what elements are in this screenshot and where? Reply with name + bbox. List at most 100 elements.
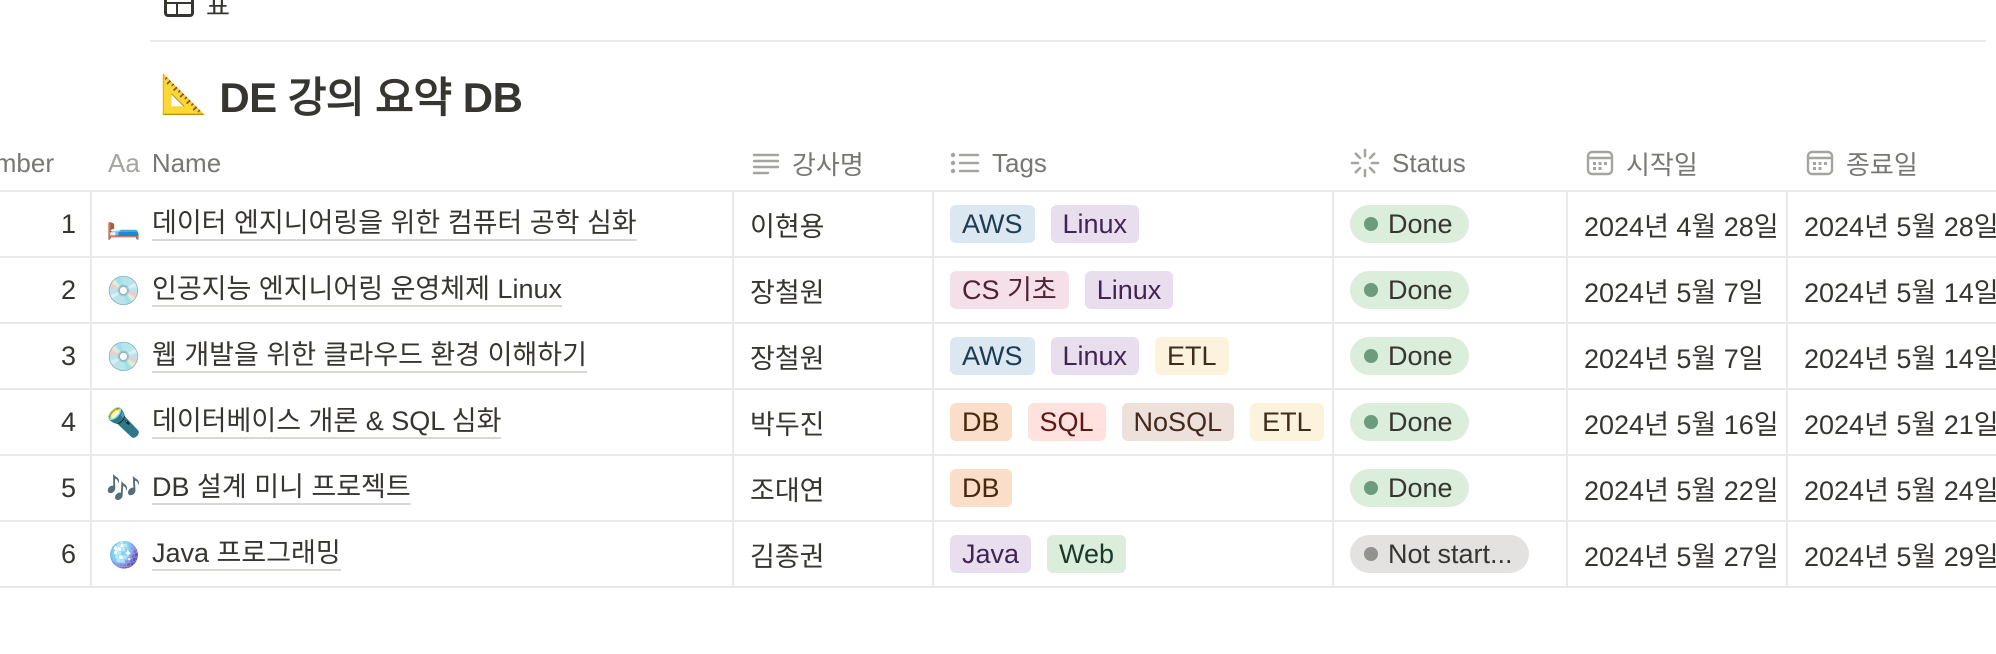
status-label: Done (1388, 341, 1453, 371)
row-number: 6 (60, 538, 76, 569)
tags-cell[interactable]: DB (950, 456, 1332, 520)
status-badge: Done (1350, 271, 1469, 309)
tag-chip: SQL (1027, 403, 1106, 441)
row-number: 4 (60, 406, 76, 437)
page-link[interactable]: 인공지능 엔지니어링 운영체제 Linux (152, 273, 562, 307)
end-date-cell[interactable]: 2024년 5월 29일 (1804, 522, 1996, 586)
column-divider (732, 190, 734, 588)
column-divider (1332, 190, 1334, 588)
start-date-cell[interactable]: 2024년 5월 22일 (1584, 456, 1784, 520)
tag-chip: Linux (1050, 337, 1140, 375)
instructor-cell[interactable]: 장철원 (750, 258, 926, 322)
name-cell[interactable]: 🔦 데이터베이스 개론 & SQL 심화 (106, 390, 726, 454)
column-divider (1566, 190, 1568, 588)
instructor-cell[interactable]: 조대연 (750, 456, 926, 520)
tag-chip: AWS (950, 205, 1035, 243)
calendar-icon (1806, 150, 1834, 176)
name-cell[interactable]: 💿 웹 개발을 위한 클라우드 환경 이해하기 (106, 324, 726, 388)
status-badge: Done (1350, 205, 1469, 243)
tag-chip: NoSQL (1121, 403, 1235, 441)
page-link[interactable]: 웹 개발을 위한 클라우드 환경 이해하기 (152, 339, 587, 373)
row-number: 1 (60, 208, 76, 239)
tag-chip: ETL (1155, 337, 1229, 375)
column-header-tags[interactable]: Tags (950, 136, 1047, 190)
row-divider (0, 586, 1996, 588)
end-date-cell[interactable]: 2024년 5월 14일 (1804, 258, 1996, 322)
column-divider (932, 190, 934, 588)
database-title[interactable]: 📐 DE 강의 요약 DB (160, 64, 523, 125)
tags-cell[interactable]: AWS Linux ETL (950, 324, 1332, 388)
instructor-cell[interactable]: 이현용 (750, 192, 926, 256)
page-link[interactable]: 데이터베이스 개론 & SQL 심화 (152, 405, 502, 439)
list-icon (950, 152, 980, 174)
start-date-cell[interactable]: 2024년 5월 7일 (1584, 258, 1784, 322)
page-emoji-icon: 🛏️ (106, 208, 141, 240)
divider (150, 40, 1986, 42)
column-header-instructor[interactable]: 강사명 (752, 136, 864, 190)
status-badge: Done (1350, 337, 1469, 375)
start-date-cell[interactable]: 2024년 5월 7일 (1584, 324, 1784, 388)
column-header-name[interactable]: Aa Name (108, 136, 221, 190)
name-cell[interactable]: 🪩 Java 프로그래밍 (106, 522, 726, 586)
column-header-label: Number (0, 147, 54, 178)
status-cell[interactable]: Not start... (1350, 522, 1566, 586)
text-lines-icon (752, 153, 780, 175)
column-header-number[interactable]: Number (0, 136, 54, 190)
status-dot-icon (1364, 481, 1378, 495)
column-divider (1786, 190, 1788, 588)
view-tab-table[interactable]: 표 (164, 0, 230, 23)
name-cell[interactable]: 💿 인공지능 엔지니어링 운영체제 Linux (106, 258, 726, 322)
tags-cell[interactable]: DB SQL NoSQL ETL (950, 390, 1332, 454)
page-link[interactable]: Java 프로그래밍 (152, 537, 341, 571)
column-header-status[interactable]: Status (1350, 136, 1466, 190)
page-link[interactable]: 데이터 엔지니어링을 위한 컴퓨터 공학 심화 (152, 207, 637, 241)
column-header-label: Status (1392, 147, 1466, 178)
tags-cell[interactable]: AWS Linux (950, 192, 1332, 256)
row-number: 3 (60, 340, 76, 371)
tag-chip: Java (950, 535, 1032, 573)
page-link[interactable]: DB 설계 미니 프로젝트 (152, 471, 411, 505)
status-cell[interactable]: Done (1350, 192, 1566, 256)
instructor-cell[interactable]: 장철원 (750, 324, 926, 388)
column-header-start[interactable]: 시작일 (1586, 136, 1698, 190)
status-cell[interactable]: Done (1350, 258, 1566, 322)
column-header-label: 강사명 (792, 149, 864, 180)
status-badge: Done (1350, 469, 1469, 507)
start-date-cell[interactable]: 2024년 5월 16일 (1584, 390, 1784, 454)
column-header-label: 종료일 (1846, 149, 1918, 180)
status-dot-icon (1364, 415, 1378, 429)
status-label: Done (1388, 473, 1453, 503)
row-number: 2 (60, 274, 76, 305)
name-cell[interactable]: 🎶 DB 설계 미니 프로젝트 (106, 456, 726, 520)
name-cell[interactable]: 🛏️ 데이터 엔지니어링을 위한 컴퓨터 공학 심화 (106, 192, 726, 256)
tag-chip: Web (1047, 535, 1127, 573)
instructor-cell[interactable]: 김종권 (750, 522, 926, 586)
column-header-label: Name (151, 147, 222, 178)
end-date-cell[interactable]: 2024년 5월 21일 (1804, 390, 1996, 454)
instructor-cell[interactable]: 박두진 (750, 390, 926, 454)
status-label: Done (1388, 209, 1453, 239)
tag-chip: AWS (950, 337, 1035, 375)
tags-cell[interactable]: Java Web (950, 522, 1332, 586)
status-cell[interactable]: Done (1350, 324, 1566, 388)
start-date-cell[interactable]: 2024년 4월 28일 (1584, 192, 1784, 256)
tag-chip: ETL (1250, 403, 1324, 441)
status-cell[interactable]: Done (1350, 456, 1566, 520)
page-title[interactable]: DE 강의 요약 DB (219, 64, 523, 125)
end-date-cell[interactable]: 2024년 5월 28일 (1804, 192, 1996, 256)
start-date-cell[interactable]: 2024년 5월 27일 (1584, 522, 1784, 586)
column-header-end[interactable]: 종료일 (1806, 136, 1918, 190)
end-date-cell[interactable]: 2024년 5월 24일 (1804, 456, 1996, 520)
page-icon[interactable]: 📐 (160, 73, 207, 117)
status-dot-icon (1364, 349, 1378, 363)
status-cell[interactable]: Done (1350, 390, 1566, 454)
tag-chip: Linux (1050, 205, 1140, 243)
tags-cell[interactable]: CS 기초 Linux (950, 258, 1332, 322)
status-badge: Done (1350, 403, 1469, 441)
column-header-label: 시작일 (1626, 149, 1698, 180)
page-emoji-icon: 💿 (106, 340, 141, 372)
end-date-cell[interactable]: 2024년 5월 14일 (1804, 324, 1996, 388)
status-label: Done (1388, 275, 1453, 305)
status-spinner-icon (1350, 148, 1380, 178)
status-badge: Not start... (1350, 535, 1529, 573)
